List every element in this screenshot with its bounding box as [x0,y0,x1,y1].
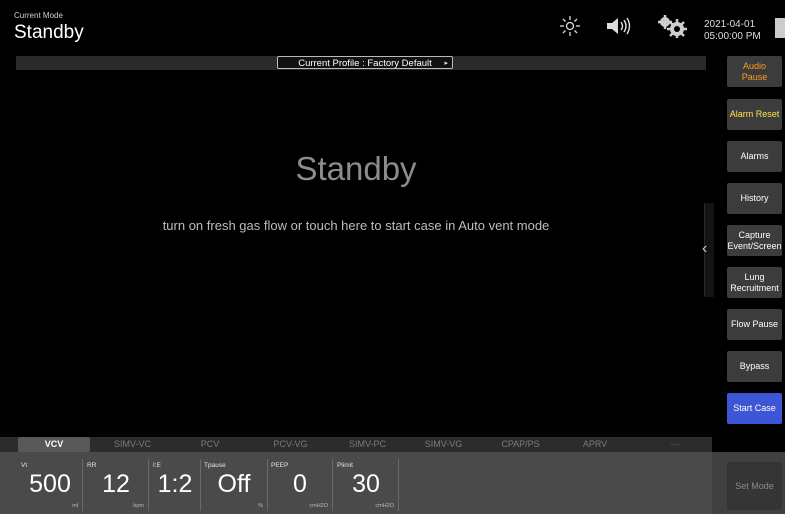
tab-pcv[interactable]: PCV [180,437,240,452]
param-plimit[interactable]: Plimit 30 cmH2O [334,459,399,511]
profile-selector-button[interactable]: Current Profile : Factory Default ▸ [277,56,453,69]
param-value: 500 [29,470,71,498]
alarm-reset-button[interactable]: Alarm Reset [727,99,782,130]
settings-icon[interactable] [655,14,691,39]
param-unit: bpm [133,503,144,509]
clock-date: 2021-04-01 [704,19,756,30]
param-unit: cmH2O [375,503,394,509]
standby-title: Standby [295,150,417,187]
chevron-left-icon: ‹ [702,240,708,257]
tab-more[interactable]: ··· [650,437,700,452]
param-tpause[interactable]: Tpause Off % [201,459,268,511]
tab-pcv-vg[interactable]: PCV-VG [258,437,323,452]
bypass-button[interactable]: Bypass [727,351,782,382]
set-mode-button[interactable]: Set Mode [727,462,782,510]
capture-event-screen-button[interactable]: Capture Event/Screen [727,225,782,256]
param-rr[interactable]: RR 12 bpm [84,459,149,511]
tab-cpap-ps[interactable]: CPAP/PS [488,437,553,452]
current-mode-value: Standby [14,22,84,43]
param-vt[interactable]: Vt 500 ml [18,459,83,511]
alarms-button[interactable]: Alarms [727,141,782,172]
flow-pause-button[interactable]: Flow Pause [727,309,782,340]
param-value: 0 [293,470,307,498]
audio-pause-button[interactable]: Audio Pause [727,56,782,87]
tab-simv-vg[interactable]: SIMV-VG [411,437,476,452]
battery-icon [775,18,785,38]
param-peep[interactable]: PEEP 0 cmH2O [268,459,333,511]
tab-vcv[interactable]: VCV [18,437,90,452]
param-value: 12 [102,470,130,498]
history-button[interactable]: History [727,183,782,214]
current-mode-label: Current Mode [14,11,63,20]
tab-simv-pc[interactable]: SIMV-PC [335,437,400,452]
param-value: Off [217,470,251,498]
clock-time: 05:00:00 PM [704,31,761,42]
param-label: Plimit [337,462,353,469]
param-unit: cmH2O [309,503,328,509]
param-label: PEEP [271,462,289,469]
tab-aprv[interactable]: APRV [565,437,625,452]
start-case-hint[interactable]: turn on fresh gas flow or touch here to … [0,218,712,233]
param-unit: ml [72,503,78,509]
panel-collapse-handle[interactable]: ‹ [702,203,714,297]
param-ie[interactable]: I:E 1:2 [150,459,201,511]
tab-simv-vc[interactable]: SIMV-VC [100,437,165,452]
profile-label: Current Profile : Factory Default [298,58,432,69]
param-label: I:E [153,462,161,469]
param-value: 1:2 [157,470,193,498]
param-label: Vt [21,462,28,469]
param-label: RR [87,462,97,469]
param-label: Tpause [204,462,226,469]
arrow-right-icon: ▸ [444,60,448,67]
param-value: 30 [352,470,380,498]
brightness-icon[interactable] [555,14,585,38]
volume-icon[interactable] [604,14,634,38]
param-unit: % [258,503,263,509]
lung-recruitment-button[interactable]: Lung Recruitment [727,267,782,298]
start-case-button[interactable]: Start Case [727,393,782,424]
